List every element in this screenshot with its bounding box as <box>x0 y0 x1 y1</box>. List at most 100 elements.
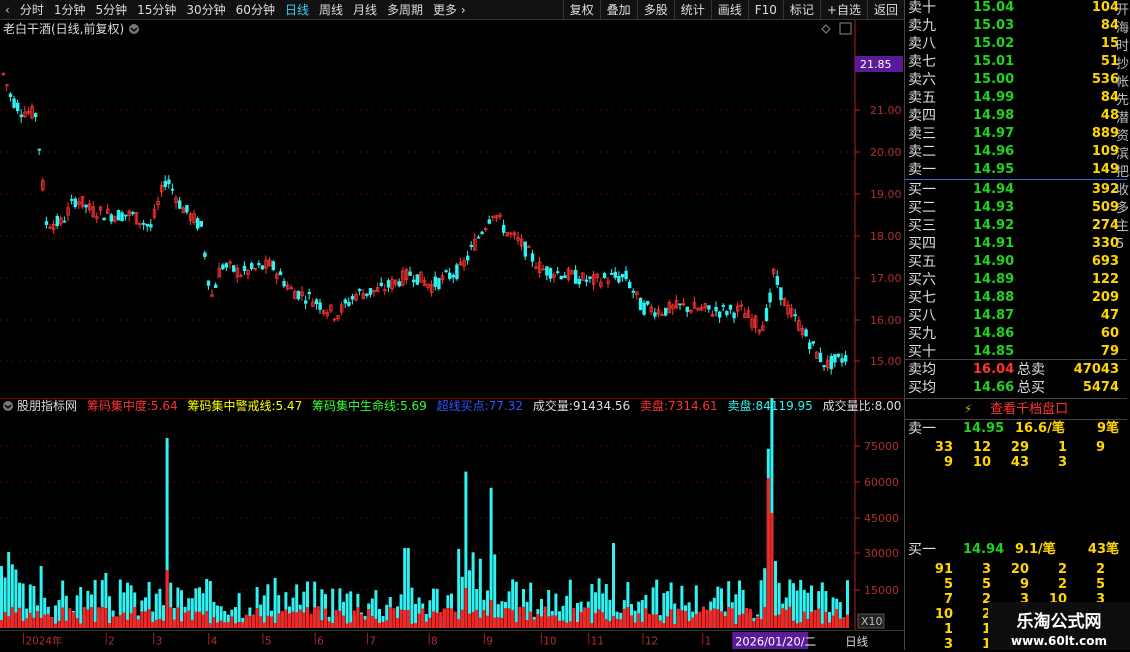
sell-volume-bar <box>496 617 500 628</box>
sell-volume-bar <box>637 613 641 628</box>
period-tab[interactable]: 60分钟 <box>231 0 280 20</box>
candle-body <box>411 279 416 283</box>
sell-volume-bar <box>111 616 115 628</box>
sell-volume-bar <box>691 617 695 628</box>
sell-volume-bar <box>756 616 759 628</box>
candle-body <box>109 214 113 222</box>
sell-volume-bar <box>684 611 687 628</box>
sell-volume-bar <box>21 621 25 628</box>
menu-icon[interactable]: ‹ <box>0 0 15 20</box>
period-tab-active[interactable]: 日线 <box>280 0 314 20</box>
candle-body <box>444 270 448 273</box>
sell-volume-bar <box>252 614 255 628</box>
bid-price: 14.91 <box>973 236 1015 251</box>
bid-price: 14.88 <box>973 290 1015 305</box>
period-tab[interactable]: 周线 <box>314 0 348 20</box>
bid-row[interactable]: 买一 14.94 392 <box>905 181 1125 199</box>
add-watchlist-button[interactable]: +自选 <box>819 0 867 20</box>
ask-row[interactable]: 卖十 15.04 104 <box>905 0 1125 17</box>
sell-volume-bar <box>792 620 795 628</box>
kline-chart[interactable]: 21.00 20.00 19.00 18.00 17.00 16.00 15.00 21.8… <box>0 20 904 398</box>
period-tab[interactable]: 1分钟 <box>49 0 91 20</box>
candle-body <box>779 287 783 301</box>
chevron-down-icon[interactable] <box>3 401 13 411</box>
rights-button[interactable]: 复权 <box>562 0 600 20</box>
sell-volume-bar <box>612 616 615 628</box>
legend-label: 筹码集中生命线: <box>312 398 400 413</box>
candle-body <box>242 265 247 271</box>
sell-volume-bar <box>720 611 723 628</box>
window-icon[interactable] <box>839 22 852 35</box>
legend-label: 成交量: <box>533 398 573 413</box>
candle-body <box>664 307 668 316</box>
overlay-button[interactable]: 叠加 <box>599 0 637 20</box>
ask-row[interactable]: 卖六 15.00 536 <box>905 71 1125 89</box>
bid-row[interactable]: 买二 14.93 509 <box>905 199 1125 217</box>
sell-volume-bar <box>273 622 277 628</box>
stats-button[interactable]: 统计 <box>673 0 711 20</box>
back-button[interactable]: 返回 <box>866 0 904 20</box>
queue-order: 1 <box>1057 440 1067 455</box>
candle-body <box>469 244 473 248</box>
ask-row[interactable]: 卖八 15.02 15 <box>905 35 1125 53</box>
sell-volume-bar <box>118 615 122 628</box>
ask-row[interactable]: 卖七 15.01 51 <box>905 53 1125 71</box>
sell-volume-bar <box>262 622 266 628</box>
indicator-chart[interactable]: 7500060000450003000015000 股朋指标网 筹码集中度:5.… <box>0 398 904 630</box>
sell-volume-bar <box>763 606 767 628</box>
ask-label: 卖五 <box>908 90 936 106</box>
buy-volume-bar <box>568 579 572 628</box>
candle-body <box>822 365 826 368</box>
diamond-icon[interactable] <box>821 24 831 34</box>
sell-volume-bar <box>550 615 554 628</box>
bid-row[interactable]: 买四 14.91 330 <box>905 235 1125 253</box>
sell-volume-bar <box>788 606 792 628</box>
sell-volume-bar <box>579 612 583 628</box>
sell-volume-bar <box>399 609 403 628</box>
bid-row[interactable]: 买六 14.89 122 <box>905 271 1125 289</box>
period-tab[interactable]: 30分钟 <box>181 0 230 20</box>
bid-row[interactable]: 买七 14.88 209 <box>905 289 1125 307</box>
cursor-date: 2026/01/20/二 <box>735 634 816 648</box>
bid-label: 买五 <box>908 254 936 270</box>
more-periods-button[interactable]: 更多 › <box>428 0 471 20</box>
ask-row[interactable]: 卖三 14.97 889 <box>905 125 1125 143</box>
period-tab[interactable]: 15分钟 <box>132 0 181 20</box>
sell-volume-bar <box>738 614 741 628</box>
sell-volume-bar <box>846 614 849 628</box>
legend-value: 5.47 <box>275 399 302 413</box>
buy-volume-bar <box>345 593 349 628</box>
ask-row[interactable]: 卖九 15.03 84 <box>905 17 1125 35</box>
mark-button[interactable]: 标记 <box>782 0 820 20</box>
draw-line-button[interactable]: 画线 <box>710 0 748 20</box>
period-tab[interactable]: 月线 <box>348 0 382 20</box>
period-indicator[interactable]: 日线 <box>845 634 868 648</box>
period-tab[interactable]: 多周期 <box>382 0 428 20</box>
queue-order: 2 <box>981 607 991 622</box>
candle-body <box>678 303 682 306</box>
period-tab[interactable]: 分时 <box>15 0 49 20</box>
bid-row[interactable]: 买五 14.90 693 <box>905 253 1125 271</box>
candle-body <box>476 236 481 239</box>
f10-button[interactable]: F10 <box>747 0 783 20</box>
ask-row[interactable]: 卖一 14.95 149 <box>905 161 1125 179</box>
bid-row[interactable]: 买九 14.86 60 <box>905 325 1125 343</box>
ask-row[interactable]: 卖五 14.99 84 <box>905 89 1125 107</box>
ask-price: 15.04 <box>973 0 1015 15</box>
sell-volume-bar <box>291 611 295 628</box>
bid-row[interactable]: 买三 14.92 274 <box>905 217 1125 235</box>
legend-label: 成交量比: <box>823 398 875 413</box>
bid-row[interactable]: 买八 14.87 47 <box>905 307 1125 325</box>
ask-row[interactable]: 卖二 14.96 109 <box>905 143 1125 161</box>
ask-row[interactable]: 卖四 14.98 48 <box>905 107 1125 125</box>
candle-body <box>296 290 301 300</box>
sell-volume-bar <box>766 478 770 628</box>
legend-value: 8.00 <box>875 399 902 413</box>
bid-volume: 60 <box>1100 326 1119 341</box>
view-depth-button[interactable]: ⚡ 查看千档盘口 <box>905 399 1127 419</box>
period-tab[interactable]: 5分钟 <box>90 0 132 20</box>
multi-stock-button[interactable]: 多股 <box>636 0 674 20</box>
chevron-down-icon[interactable] <box>129 24 139 34</box>
sell-volume-bar <box>90 607 93 628</box>
date-label: 10 <box>543 635 556 647</box>
